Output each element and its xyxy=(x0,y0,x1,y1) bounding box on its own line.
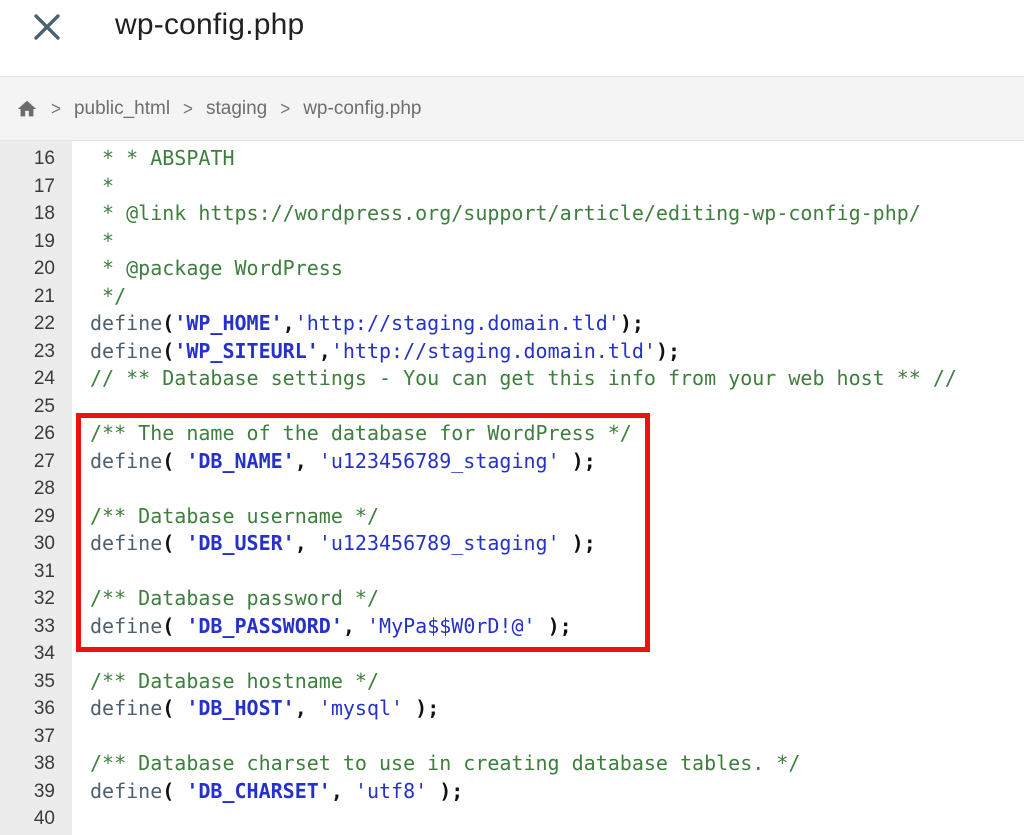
code-text: /** Database password */ xyxy=(72,585,379,613)
line-number: 33 xyxy=(0,613,72,641)
line-number: 24 xyxy=(0,365,72,393)
code-text: /** Database username */ xyxy=(72,503,379,531)
code-line[interactable]: 24// ** Database settings - You can get … xyxy=(0,365,1024,393)
code-line[interactable]: 40 xyxy=(0,805,1024,833)
line-number: 17 xyxy=(0,173,72,201)
line-number: 31 xyxy=(0,558,72,586)
line-number: 19 xyxy=(0,228,72,256)
code-line[interactable]: 19 * xyxy=(0,228,1024,256)
code-line[interactable]: 31 xyxy=(0,558,1024,586)
code-text xyxy=(72,723,90,751)
line-number: 34 xyxy=(0,640,72,668)
code-text xyxy=(72,640,90,668)
code-line[interactable]: 37 xyxy=(0,723,1024,751)
line-number: 18 xyxy=(0,200,72,228)
line-number: 23 xyxy=(0,338,72,366)
code-line[interactable]: 39define( 'DB_CHARSET', 'utf8' ); xyxy=(0,778,1024,806)
code-line[interactable]: 34 xyxy=(0,640,1024,668)
code-text: * @package WordPress xyxy=(72,255,343,283)
line-number: 20 xyxy=(0,255,72,283)
code-text: */ xyxy=(72,283,126,311)
line-number: 30 xyxy=(0,530,72,558)
line-number: 29 xyxy=(0,503,72,531)
breadcrumb-separator-icon: > xyxy=(51,97,61,120)
editor-header: wp-config.php xyxy=(0,0,1024,76)
breadcrumb: > public_html > staging > wp-config.php xyxy=(16,98,422,120)
code-line[interactable]: 22define('WP_HOME','http://staging.domai… xyxy=(0,310,1024,338)
code-text xyxy=(72,558,90,586)
code-line[interactable]: 36define( 'DB_HOST', 'mysql' ); xyxy=(0,695,1024,723)
code-text: define('WP_HOME','http://staging.domain.… xyxy=(72,310,644,338)
page-title: wp-config.php xyxy=(115,8,304,42)
line-number: 32 xyxy=(0,585,72,613)
code-line[interactable]: 16 * * ABSPATH xyxy=(0,145,1024,173)
breadcrumb-item[interactable]: staging xyxy=(206,98,267,120)
code-line[interactable]: 29/** Database username */ xyxy=(0,503,1024,531)
line-number: 25 xyxy=(0,393,72,421)
code-text: define( 'DB_PASSWORD', 'MyPa$$W0rD!@' ); xyxy=(72,613,572,641)
code-line[interactable]: 23define('WP_SITEURL','http://staging.do… xyxy=(0,338,1024,366)
line-number: 22 xyxy=(0,310,72,338)
breadcrumb-item[interactable]: public_html xyxy=(74,98,170,120)
line-number: 37 xyxy=(0,723,72,751)
line-number: 28 xyxy=(0,475,72,503)
code-text: * xyxy=(72,173,114,201)
code-text: * xyxy=(72,228,114,256)
code-line[interactable]: 35/** Database hostname */ xyxy=(0,668,1024,696)
line-number: 40 xyxy=(0,805,72,833)
code-line[interactable]: 32/** Database password */ xyxy=(0,585,1024,613)
code-text: define( 'DB_HOST', 'mysql' ); xyxy=(72,695,439,723)
code-line[interactable]: 20 * @package WordPress xyxy=(0,255,1024,283)
line-number: 35 xyxy=(0,668,72,696)
code-text: * @link https://wordpress.org/support/ar… xyxy=(72,200,921,228)
code-text xyxy=(72,475,90,503)
code-text: /** The name of the database for WordPre… xyxy=(72,420,632,448)
line-number: 16 xyxy=(0,145,72,173)
home-icon[interactable] xyxy=(16,98,38,120)
code-text xyxy=(72,393,90,421)
line-number: 21 xyxy=(0,283,72,311)
code-line[interactable]: 21 */ xyxy=(0,283,1024,311)
code-line[interactable]: 38/** Database charset to use in creatin… xyxy=(0,750,1024,778)
code-text: // ** Database settings - You can get th… xyxy=(72,365,957,393)
line-number: 36 xyxy=(0,695,72,723)
code-line[interactable]: 30define( 'DB_USER', 'u123456789_staging… xyxy=(0,530,1024,558)
code-text: define( 'DB_USER', 'u123456789_staging' … xyxy=(72,530,596,558)
line-number: 26 xyxy=(0,420,72,448)
breadcrumb-bar: > public_html > staging > wp-config.php xyxy=(0,76,1024,141)
code-text: define( 'DB_CHARSET', 'utf8' ); xyxy=(72,778,463,806)
code-text: /** Database charset to use in creating … xyxy=(72,750,800,778)
code-editor[interactable]: 16 * * ABSPATH17 *18 * @link https://wor… xyxy=(0,141,1024,835)
code-area: 16 * * ABSPATH17 *18 * @link https://wor… xyxy=(0,145,1024,833)
code-text: /** Database hostname */ xyxy=(72,668,379,696)
code-line[interactable]: 26/** The name of the database for WordP… xyxy=(0,420,1024,448)
code-line[interactable]: 25 xyxy=(0,393,1024,421)
code-line[interactable]: 27define( 'DB_NAME', 'u123456789_staging… xyxy=(0,448,1024,476)
code-text xyxy=(72,805,90,833)
code-line[interactable]: 28 xyxy=(0,475,1024,503)
code-text: * * ABSPATH xyxy=(72,145,235,173)
close-icon[interactable] xyxy=(33,13,61,41)
code-line[interactable]: 33define( 'DB_PASSWORD', 'MyPa$$W0rD!@' … xyxy=(0,613,1024,641)
breadcrumb-separator-icon: > xyxy=(280,97,290,120)
breadcrumb-separator-icon: > xyxy=(183,97,193,120)
code-line[interactable]: 17 * xyxy=(0,173,1024,201)
line-number: 38 xyxy=(0,750,72,778)
line-number: 39 xyxy=(0,778,72,806)
breadcrumb-item[interactable]: wp-config.php xyxy=(303,98,421,120)
code-line[interactable]: 18 * @link https://wordpress.org/support… xyxy=(0,200,1024,228)
line-number: 27 xyxy=(0,448,72,476)
code-text: define( 'DB_NAME', 'u123456789_staging' … xyxy=(72,448,596,476)
code-text: define('WP_SITEURL','http://staging.doma… xyxy=(72,338,680,366)
